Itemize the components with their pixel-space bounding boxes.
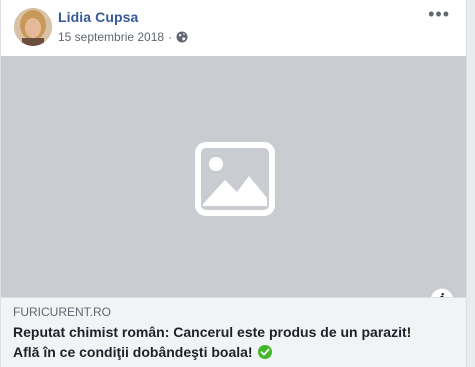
meta-separator: · — [168, 30, 173, 44]
link-title-line2: Află în ce condiţii dobândeşti boala! — [13, 344, 253, 360]
link-preview-details[interactable]: FURICURENT.RO Reputat chimist român: Can… — [1, 297, 466, 367]
globe-icon[interactable] — [176, 31, 188, 43]
link-title[interactable]: Reputat chimist român: Cancerul este pro… — [13, 322, 453, 362]
link-title-line1: Reputat chimist român: Cancerul este pro… — [13, 324, 412, 340]
image-placeholder-icon — [195, 142, 275, 216]
more-options-icon[interactable]: ••• — [428, 5, 450, 23]
avatar-photo — [14, 8, 52, 46]
link-domain: FURICURENT.RO — [13, 305, 111, 319]
post-card: Lidia Cupsa 15 septembrie 2018 · ••• i F… — [0, 0, 467, 367]
check-circle-icon — [258, 345, 273, 359]
avatar[interactable] — [14, 8, 52, 46]
author-name[interactable]: Lidia Cupsa — [58, 9, 138, 25]
link-preview-image[interactable] — [1, 56, 466, 297]
post-date[interactable]: 15 septembrie 2018 — [58, 30, 164, 44]
post-header: Lidia Cupsa 15 septembrie 2018 · ••• — [1, 0, 466, 56]
post-meta: 15 septembrie 2018 · — [58, 30, 188, 44]
